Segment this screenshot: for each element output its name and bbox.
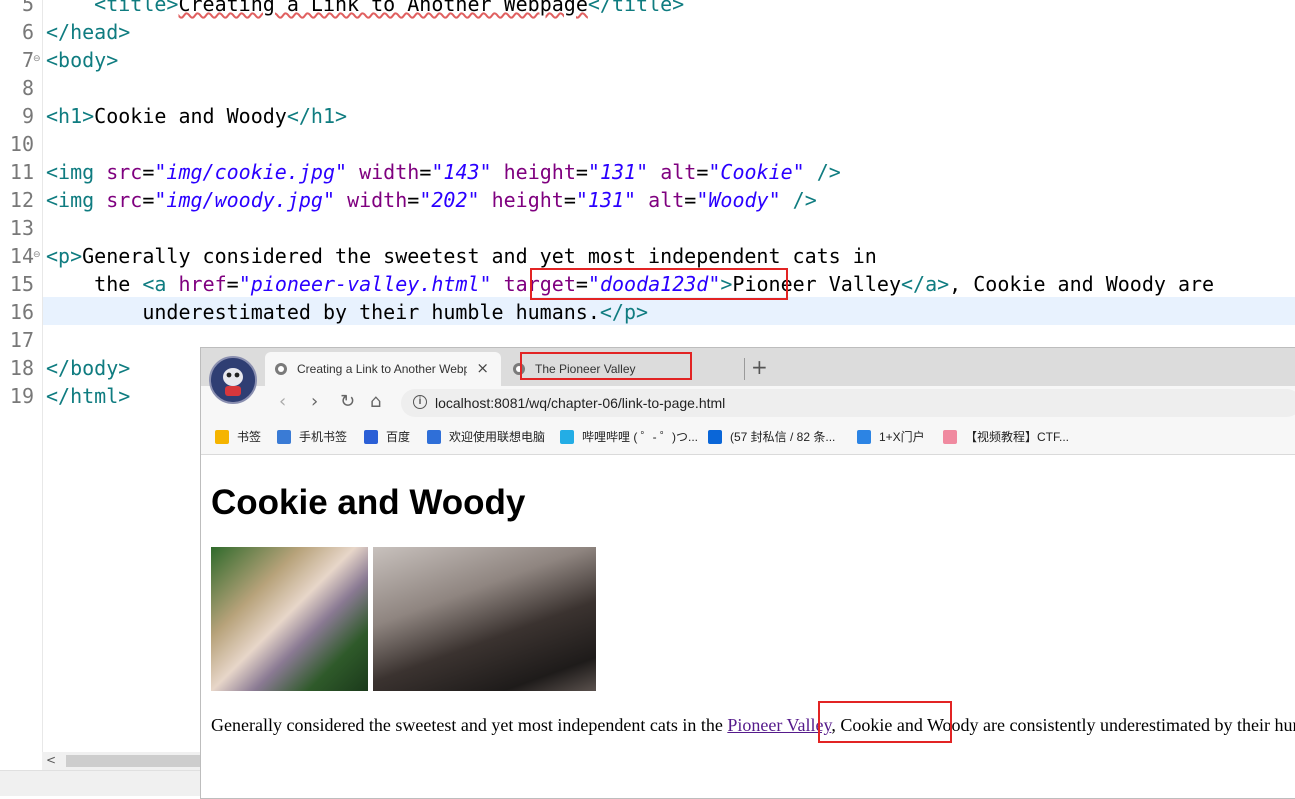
new-tab-icon[interactable]: +	[751, 355, 768, 379]
line-number: 8	[21, 76, 34, 100]
bookmark-item[interactable]: 百度	[364, 428, 410, 445]
code-line: </html>	[46, 384, 131, 408]
bookmark-item[interactable]: 书签	[215, 428, 261, 445]
web-page-content: Cookie and Woody Generally considered th…	[201, 455, 1295, 798]
zhihu-icon	[708, 430, 722, 444]
line-number: 10	[9, 132, 34, 156]
bookmark-item[interactable]: 1+X门户	[857, 428, 925, 445]
status-bar	[0, 770, 202, 796]
line-number: 17	[9, 328, 34, 352]
page-icon	[275, 363, 287, 375]
line-number: 13	[9, 216, 34, 240]
lenovo-icon	[427, 430, 441, 444]
home-icon[interactable]: ⌂	[370, 391, 381, 412]
tab-highlight	[520, 352, 692, 380]
url-text[interactable]: localhost:8081/wq/chapter-06/link-to-pag…	[435, 395, 725, 411]
line-number: 5	[21, 0, 34, 16]
bookmark-item[interactable]: 哔哩哔哩 ( ゜- ゜)つ...	[560, 428, 698, 445]
line-number: 18	[9, 356, 34, 380]
navigation-bar: ‹ › ↻ ⌂ i localhost:8081/wq/chapter-06/l…	[201, 386, 1295, 420]
info-icon[interactable]: i	[413, 395, 427, 409]
code-line: <img src="img/woody.jpg" width="202" hei…	[46, 188, 817, 212]
cloud-icon	[857, 430, 871, 444]
browser-window[interactable]: Creating a Link to Another Webpage × The…	[200, 347, 1295, 799]
code-line: <p>Generally considered the sweetest and…	[46, 244, 877, 268]
tab-bar: Creating a Link to Another Webpage × The…	[201, 348, 1295, 386]
baidu-icon	[364, 430, 378, 444]
line-number: 6	[21, 20, 34, 44]
bookmark-item[interactable]: 欢迎使用联想电脑	[427, 428, 545, 445]
line-number: 16	[9, 300, 34, 324]
cookie-photo	[211, 547, 368, 691]
bookmarks-bar: 书签 手机书签 百度 欢迎使用联想电脑 哔哩哔哩 ( ゜- ゜)つ... (57…	[201, 420, 1295, 455]
woody-photo	[373, 547, 596, 691]
code-line: <h1>Cookie and Woody</h1>	[46, 104, 348, 128]
code-line: underestimated by their humble humans.</…	[142, 300, 649, 324]
code-line: <title>Creating a Link to Another Webpag…	[94, 0, 685, 16]
scrollbar-thumb[interactable]	[66, 755, 202, 767]
code-line: </body>	[46, 356, 131, 380]
pig-icon	[943, 430, 957, 444]
code-line: <body>	[46, 48, 119, 72]
pioneer-valley-link[interactable]: Pioneer Valley	[727, 715, 831, 735]
code-line: </head>	[46, 20, 131, 44]
line-number: 14	[9, 244, 34, 268]
fold-icon[interactable]: ⊖	[33, 54, 41, 64]
line-number: 19	[9, 384, 34, 408]
bilibili-icon	[560, 430, 574, 444]
back-icon[interactable]: ‹	[279, 391, 286, 412]
avatar-image	[211, 358, 255, 402]
address-bar[interactable]: i localhost:8081/wq/chapter-06/link-to-p…	[401, 389, 1295, 417]
page-heading: Cookie and Woody	[211, 483, 526, 522]
line-number: 12	[9, 188, 34, 212]
phone-icon	[277, 430, 291, 444]
scroll-left-icon[interactable]: <	[46, 753, 56, 767]
avatar[interactable]	[209, 356, 257, 404]
line-number-gutter: 5 6 7 ⊖ 8 9 10 11 12 13 14 ⊖ 15 16 17 18…	[0, 0, 43, 752]
tab-divider	[744, 358, 745, 380]
bookmark-item[interactable]: 【视频教程】CTF...	[943, 428, 1069, 445]
link-highlight	[818, 701, 952, 743]
line-number: 9	[21, 104, 34, 128]
bookmark-item[interactable]: (57 封私信 / 82 条...	[708, 428, 835, 445]
fold-icon[interactable]: ⊖	[33, 250, 41, 260]
target-attribute-highlight	[530, 268, 788, 300]
line-number: 7	[21, 48, 34, 72]
page-paragraph: Generally considered the sweetest and ye…	[211, 715, 1295, 735]
tab-title: Creating a Link to Another Webpage	[297, 362, 467, 376]
line-number: 15	[9, 272, 34, 296]
horizontal-scrollbar[interactable]: <	[42, 752, 202, 770]
line-number: 11	[9, 160, 34, 184]
code-line: <img src="img/cookie.jpg" width="143" he…	[46, 160, 841, 184]
bookmark-item[interactable]: 手机书签	[277, 428, 347, 445]
tab-active[interactable]: Creating a Link to Another Webpage ×	[265, 352, 501, 386]
reload-icon[interactable]: ↻	[340, 391, 355, 412]
star-icon	[215, 430, 229, 444]
forward-icon[interactable]: ›	[311, 391, 318, 412]
close-icon[interactable]: ×	[476, 359, 489, 377]
